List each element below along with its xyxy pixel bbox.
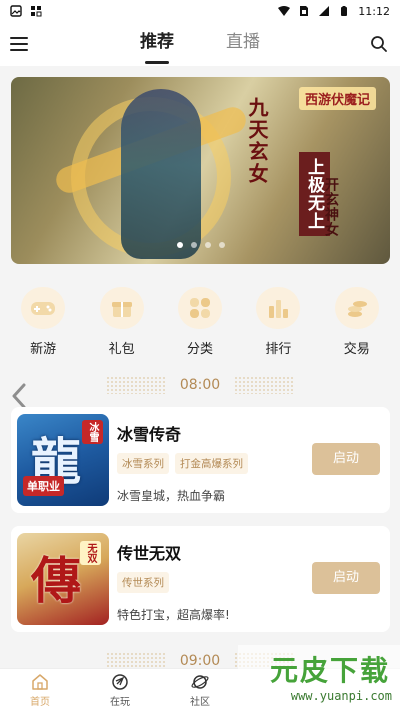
- coins-icon: [334, 287, 379, 329]
- top-header: 推荐 直播: [0, 22, 400, 66]
- game-thumbnail[interactable]: 龍 冰雪 单职业: [17, 414, 109, 506]
- planet-icon: [191, 674, 209, 689]
- category-label: 交易: [343, 342, 370, 357]
- watermark-url: www.yuanpi.com: [290, 689, 392, 703]
- image-notification-icon: [10, 5, 22, 17]
- home-icon: [32, 673, 48, 690]
- bar-chart-icon: [256, 287, 301, 329]
- release-time: 09:00: [179, 653, 221, 669]
- watermark-title: 元皮下载: [269, 654, 390, 687]
- banner-subtitle-2: 开玄神女: [323, 177, 339, 237]
- thumbnail-badge: 无双: [80, 541, 101, 565]
- rocket-icon: [112, 673, 128, 690]
- tab-live[interactable]: 直播: [226, 22, 260, 66]
- sim-icon: [300, 6, 309, 16]
- category-trade[interactable]: 交易: [324, 287, 390, 357]
- game-card[interactable]: 傳 无双 传世无双 传世系列 特色打宝，超高爆率! 启动: [11, 526, 390, 632]
- game-card[interactable]: 龍 冰雪 单职业 冰雪传奇 冰雪系列 打金高爆系列 冰雪皇城，热血争霸 启动: [11, 407, 390, 513]
- signal-icon: [319, 6, 330, 16]
- promo-banner[interactable]: 西游伏魔记 九天玄女 上极无上 开玄神女: [11, 77, 390, 264]
- category-label: 分类: [186, 342, 213, 357]
- time-divider: 08:00: [0, 374, 400, 396]
- pager-dot[interactable]: [176, 242, 183, 248]
- game-description: 冰雪皇城，热血争霸: [117, 489, 226, 503]
- tab-recommend[interactable]: 推荐: [140, 22, 174, 66]
- game-tags: 冰雪系列 打金高爆系列: [117, 453, 248, 474]
- status-right-icons: 11:12: [278, 5, 390, 18]
- category-label: 礼包: [108, 342, 135, 357]
- nav-label: 在玩: [110, 696, 130, 708]
- game-tag: 冰雪系列: [117, 453, 169, 474]
- nav-playing[interactable]: 在玩: [80, 669, 160, 711]
- status-bar: 11:12: [0, 0, 400, 22]
- nav-label: 社区: [190, 696, 210, 708]
- thumbnail-art-glyph: 傳: [31, 551, 81, 610]
- banner-pager: [11, 242, 390, 248]
- search-icon[interactable]: [370, 35, 388, 53]
- status-time: 11:12: [358, 4, 390, 18]
- banner-character-art: [121, 89, 201, 259]
- divider-pattern: [234, 376, 295, 394]
- grid-icon: [177, 287, 222, 329]
- game-tag: 传世系列: [117, 572, 169, 593]
- launch-button[interactable]: 启动: [312, 443, 380, 475]
- status-left-icons: [10, 5, 42, 17]
- category-gift-packs[interactable]: 礼包: [89, 287, 155, 357]
- nav-home[interactable]: 首页: [0, 669, 80, 711]
- game-title: 冰雪传奇: [117, 425, 182, 444]
- category-classify[interactable]: 分类: [167, 287, 233, 357]
- divider-pattern: [105, 376, 166, 394]
- category-label: 排行: [265, 342, 292, 357]
- category-label: 新游: [30, 342, 57, 357]
- game-tag: 打金高爆系列: [175, 453, 248, 474]
- app-grid-notification-icon: [31, 6, 42, 17]
- game-thumbnail[interactable]: 傳 无双: [17, 533, 109, 625]
- top-tabs: 推荐 直播: [0, 22, 400, 66]
- gift-icon: [99, 287, 144, 329]
- site-watermark: 元皮下载 www.yuanpi.com: [238, 645, 400, 711]
- battery-icon: [341, 6, 348, 16]
- nav-community[interactable]: 社区: [160, 669, 240, 711]
- game-tags: 传世系列: [117, 572, 169, 593]
- banner-title: 九天玄女: [245, 97, 269, 185]
- thumbnail-badge: 冰雪: [82, 420, 103, 444]
- pager-dot[interactable]: [190, 242, 197, 248]
- banner-game-logo: 西游伏魔记: [298, 87, 376, 110]
- category-new-games[interactable]: 新游: [10, 287, 76, 357]
- category-shortcuts: 新游 礼包 分类 排行 交易: [0, 287, 400, 357]
- game-description: 特色打宝，超高爆率!: [117, 608, 230, 622]
- gamepad-icon: [21, 287, 66, 329]
- nav-label: 首页: [30, 696, 50, 708]
- game-title: 传世无双: [117, 544, 182, 563]
- launch-button[interactable]: 启动: [312, 562, 380, 594]
- thumbnail-badge: 单职业: [23, 476, 64, 496]
- pager-dot[interactable]: [218, 242, 225, 248]
- release-time: 08:00: [179, 377, 221, 393]
- category-ranking[interactable]: 排行: [245, 287, 311, 357]
- wifi-icon: [278, 6, 291, 16]
- pager-dot[interactable]: [204, 242, 211, 248]
